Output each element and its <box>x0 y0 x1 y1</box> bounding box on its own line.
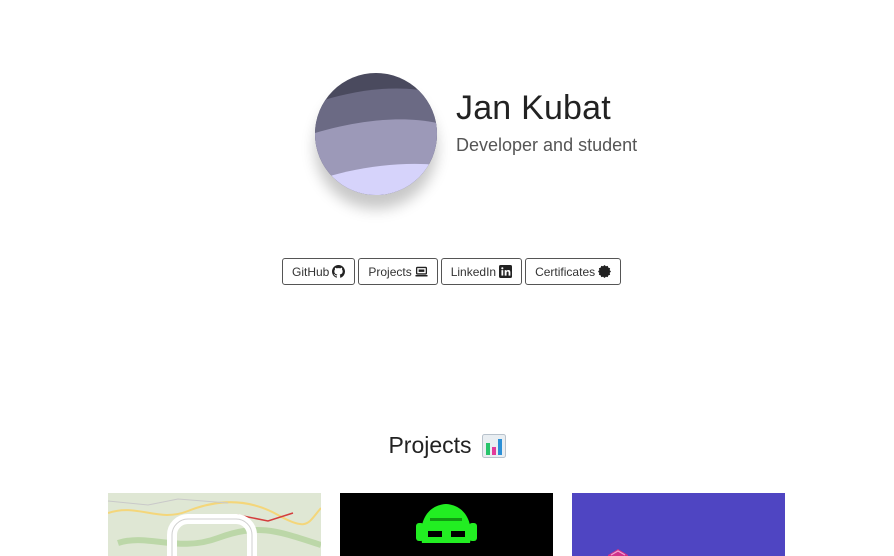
linkedin-button-label: LinkedIn <box>450 264 497 279</box>
avatar <box>315 73 437 195</box>
linkedin-button[interactable]: LinkedIn <box>440 258 523 285</box>
green-skull-thumbnail <box>340 493 553 556</box>
linkedin-icon <box>499 265 513 278</box>
certificates-button[interactable]: Certificates <box>525 258 622 285</box>
github-icon <box>332 265 346 278</box>
badge-icon <box>598 265 612 278</box>
profile-header: Jan Kubat Developer and student <box>315 73 735 213</box>
projects-button-label: Projects <box>368 264 412 279</box>
profile-name: Jan Kubat <box>456 89 611 127</box>
social-links: GitHub Projects LinkedIn Certificates <box>282 258 622 285</box>
profile-tagline: Developer and student <box>456 135 638 155</box>
bar-chart-icon <box>481 433 506 458</box>
github-button[interactable]: GitHub <box>282 258 356 285</box>
map-thumbnail <box>108 493 321 556</box>
project-card-skull[interactable] <box>340 493 553 556</box>
projects-title-text: Projects <box>388 432 472 458</box>
laptop-icon <box>415 265 428 278</box>
projects-button[interactable]: Projects <box>358 258 438 285</box>
projects-heading: Projects <box>0 432 894 459</box>
purple-logo-thumbnail <box>572 493 785 556</box>
portfolio-page: Jan Kubat Developer and student GitHub P… <box>0 0 894 556</box>
project-card-map[interactable] <box>108 493 321 556</box>
project-card-purple[interactable] <box>572 493 785 556</box>
github-button-label: GitHub <box>292 264 330 279</box>
certificates-button-label: Certificates <box>535 264 596 279</box>
